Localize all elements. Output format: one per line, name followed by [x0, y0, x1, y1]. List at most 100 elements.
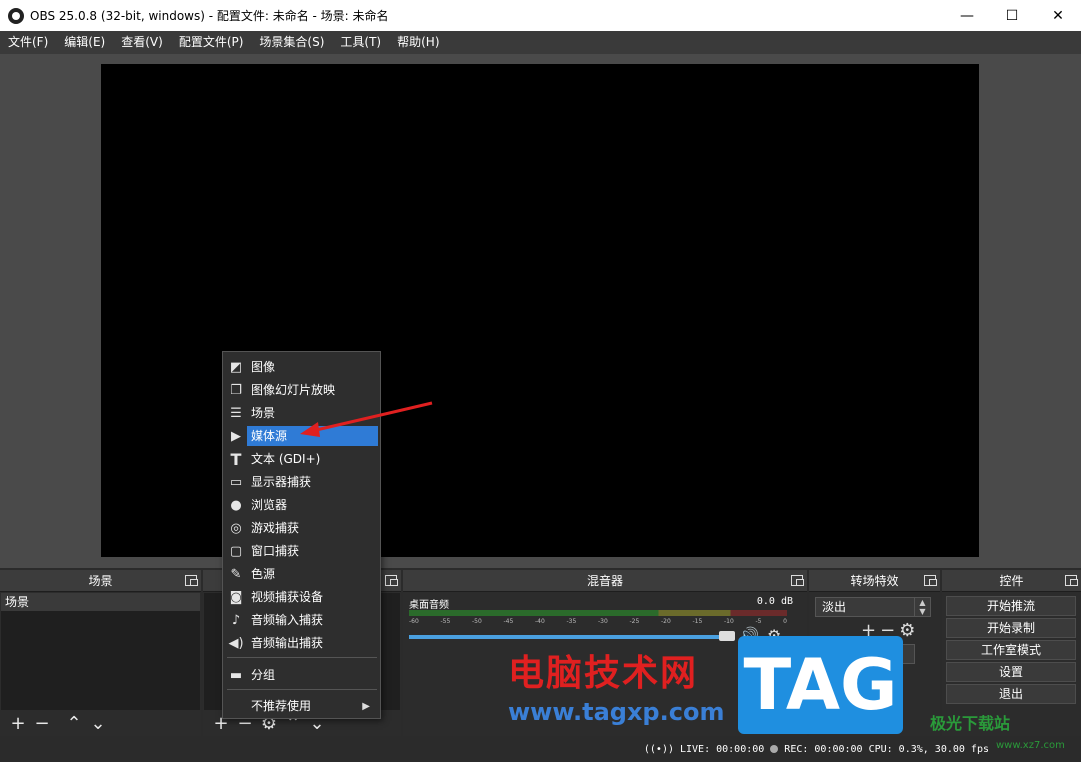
meter-tick: -45	[503, 618, 514, 625]
monitor-icon: ▭	[229, 474, 243, 490]
menu-item-display-capture[interactable]: ▭ 显示器捕获	[225, 471, 378, 493]
transition-selected: 淡出	[822, 600, 847, 614]
menu-item-group[interactable]: ▬ 分组	[225, 664, 378, 686]
menu-scene-collection[interactable]: 场景集合(S)	[251, 31, 332, 54]
menu-item-audio-input[interactable]: ♪ 音频输入捕获	[225, 609, 378, 631]
menu-item-audio-output[interactable]: ◀) 音频输出捕获	[225, 632, 378, 654]
scenes-dock: 场景 场景 + − ⌃ ⌄	[0, 570, 201, 736]
menu-profile[interactable]: 配置文件(P)	[171, 31, 252, 54]
window-title: OBS 25.0.8 (32-bit, windows) - 配置文件: 未命名…	[30, 9, 389, 23]
menu-item-game-capture[interactable]: ◎ 游戏捕获	[225, 517, 378, 539]
slideshow-icon: ❐	[230, 382, 242, 398]
scenes-list: 场景	[1, 593, 200, 710]
annotation-arrow	[300, 401, 433, 437]
menu-separator	[227, 657, 377, 658]
volume-slider-handle[interactable]	[719, 631, 735, 641]
menu-item-text[interactable]: T 文本 (GDI+)	[225, 448, 378, 470]
menu-item-video-capture[interactable]: ◙ 视频捕获设备	[225, 586, 378, 608]
menu-item-window-capture[interactable]: ▢ 窗口捕获	[225, 540, 378, 562]
meter-tick: -50	[472, 618, 482, 625]
status-bar: ((•)) LIVE: 00:00:00 REC: 00:00:00 CPU: …	[0, 736, 1081, 762]
meter-ticks: -60 -55 -50 -45 -40 -35 -30 -25 -20 -15 …	[409, 618, 787, 628]
menu-edit[interactable]: 编辑(E)	[56, 31, 113, 54]
chevron-updown-icon[interactable]: ▲ ▼	[914, 598, 930, 616]
folder-icon: ▬	[229, 667, 243, 683]
float-dock-icon[interactable]	[1065, 575, 1078, 586]
add-scene-button[interactable]: +	[6, 712, 30, 734]
menu-item-label: 游戏捕获	[251, 521, 300, 535]
meter-tick: -10	[724, 618, 734, 625]
mixer-track: 桌面音频 0.0 dB -60 -55 -50 -45 -40 -35 -30 …	[409, 596, 797, 645]
watermark-tag-logo: TAG	[738, 636, 903, 734]
speaker-icon: ◀)	[228, 635, 244, 651]
close-button[interactable]: ✕	[1035, 0, 1081, 31]
rec-status: REC: 00:00:00	[784, 743, 863, 755]
blank-icon	[225, 695, 247, 717]
list-icon: ☰	[230, 405, 242, 421]
move-down-icon[interactable]: ⌄	[86, 712, 110, 734]
cpu-status: CPU: 0.3%, 30.00 fps	[868, 743, 989, 755]
preview-area	[0, 54, 1081, 568]
start-streaming-button[interactable]: 开始推流	[946, 596, 1076, 616]
float-dock-icon[interactable]	[385, 575, 398, 586]
menu-file[interactable]: 文件(F)	[0, 31, 56, 54]
menu-item-image[interactable]: ◩ 图像	[225, 356, 378, 378]
meter-tick: -60	[409, 618, 419, 625]
scenes-dock-header: 场景	[0, 570, 201, 592]
menu-item-label: 图像	[251, 360, 276, 374]
remove-scene-button[interactable]: −	[30, 712, 54, 734]
volume-slider[interactable]	[409, 635, 729, 639]
menu-item-browser[interactable]: ● 浏览器	[225, 494, 378, 516]
move-up-icon[interactable]: ⌃	[62, 712, 86, 734]
menu-help[interactable]: 帮助(H)	[389, 31, 447, 54]
menu-separator	[227, 689, 377, 690]
meter-tick: -40	[535, 618, 545, 625]
watermark-site-url: www.xz7.com	[996, 740, 1065, 751]
menu-item-label: 音频输出捕获	[251, 636, 324, 650]
mixer-dock-header: 混音器	[403, 570, 807, 592]
menu-item-label: 场景	[251, 406, 276, 420]
scenes-dock-title: 场景	[88, 574, 113, 588]
start-recording-button[interactable]: 开始录制	[946, 618, 1076, 638]
float-dock-icon[interactable]	[924, 575, 937, 586]
menu-view[interactable]: 查看(V)	[113, 31, 171, 54]
play-icon: ▶	[231, 428, 241, 444]
studio-mode-button[interactable]: 工作室模式	[946, 640, 1076, 660]
menu-item-deprecated[interactable]: 不推荐使用 ▶	[225, 695, 378, 717]
menu-tools[interactable]: 工具(T)	[332, 31, 389, 54]
gamepad-icon: ◎	[230, 520, 242, 536]
minimize-button[interactable]: —	[944, 0, 990, 31]
maximize-button[interactable]: ☐	[989, 0, 1035, 31]
meter-tick: 0	[783, 618, 787, 625]
menu-item-label: 文本 (GDI+)	[251, 452, 321, 466]
record-dot-icon	[770, 745, 779, 753]
settings-button[interactable]: 设置	[946, 662, 1076, 682]
scenes-toolbar: + − ⌃ ⌄	[0, 710, 201, 736]
menu-item-label: 显示器捕获	[251, 475, 312, 489]
menu-item-color-source[interactable]: ✎ 色源	[225, 563, 378, 585]
title-bar: OBS 25.0.8 (32-bit, windows) - 配置文件: 未命名…	[0, 0, 1081, 31]
volume-meter	[409, 610, 787, 616]
meter-tick: -55	[440, 618, 451, 625]
meter-tick: -25	[629, 618, 640, 625]
menu-item-label: 不推荐使用	[251, 699, 312, 713]
exit-button[interactable]: 退出	[946, 684, 1076, 704]
list-item[interactable]: 场景	[1, 593, 200, 611]
camera-icon: ◙	[229, 589, 243, 605]
menu-item-label: 浏览器	[251, 498, 288, 512]
menu-bar: 文件(F) 编辑(E) 查看(V) 配置文件(P) 场景集合(S) 工具(T) …	[0, 31, 1081, 54]
menu-item-label: 窗口捕获	[251, 544, 300, 558]
watermark-site-name: 极光下载站	[930, 714, 1011, 733]
float-dock-icon[interactable]	[185, 575, 198, 586]
transitions-dock-header: 转场特效	[809, 570, 940, 592]
meter-tick: -20	[661, 618, 671, 625]
obs-logo-icon	[8, 7, 24, 24]
meter-tick: -15	[692, 618, 703, 625]
watermark-title: 电脑技术网	[508, 652, 699, 694]
controls-dock-header: 控件	[942, 570, 1081, 592]
broadcast-icon: ((•))	[643, 743, 674, 755]
transition-select[interactable]: 淡出 ▲ ▼	[815, 597, 931, 617]
chevron-right-icon: ▶	[362, 700, 370, 712]
float-dock-icon[interactable]	[791, 575, 804, 586]
meter-tick: -30	[598, 618, 608, 625]
